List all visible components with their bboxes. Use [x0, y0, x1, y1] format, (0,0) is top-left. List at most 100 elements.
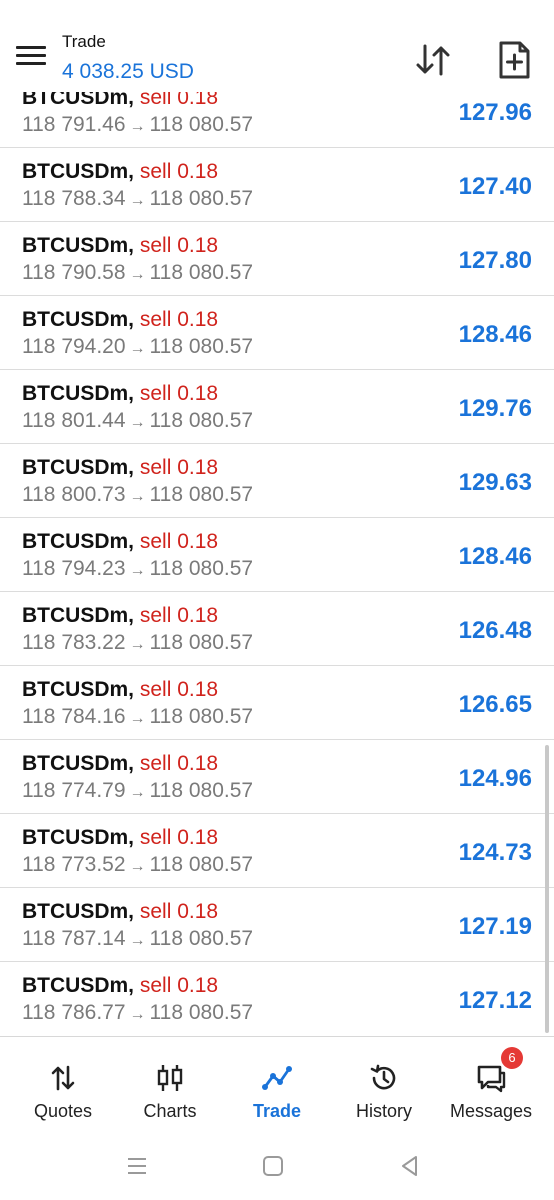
position-side: sell 0.18 — [139, 678, 219, 701]
arrow-right-icon: → — [129, 414, 146, 431]
tab-charts[interactable]: Charts — [122, 1037, 218, 1133]
open-price: 118 791.46 — [22, 113, 126, 136]
position-prices: 118 787.14 → 118 080.57 — [22, 927, 253, 951]
position-row[interactable]: BTCUSDm, sell 0.18 118 773.52 → 118 080.57 1… — [0, 814, 554, 888]
position-title: BTCUSDm, sell 0.18 — [22, 160, 218, 184]
open-price: 118 800.73 — [22, 483, 126, 506]
account-balance: 4 038.25 USD — [62, 60, 194, 83]
arrow-right-icon: → — [129, 488, 146, 505]
position-title: BTCUSDm, sell 0.18 — [22, 92, 218, 110]
position-title: BTCUSDm, sell 0.18 — [22, 456, 218, 480]
current-price: 118 080.57 — [149, 261, 254, 284]
position-row[interactable]: BTCUSDm, sell 0.18 118 787.14 → 118 080.57 1… — [0, 888, 554, 962]
system-navigation-bar — [0, 1132, 554, 1200]
position-row[interactable]: BTCUSDm, sell 0.18 118 794.23 → 118 080.57 1… — [0, 518, 554, 592]
position-side: sell 0.18 — [139, 900, 219, 923]
tab-history[interactable]: History — [338, 1037, 430, 1133]
position-row[interactable]: BTCUSDm, sell 0.18 118 800.73 → 118 080.57 1… — [0, 444, 554, 518]
current-price: 118 080.57 — [149, 409, 254, 432]
comma-separator: , — [128, 974, 140, 997]
current-price: 118 080.57 — [149, 113, 254, 136]
open-price: 118 788.34 — [22, 187, 126, 210]
arrow-right-icon: → — [129, 710, 146, 727]
position-symbol: BTCUSDm — [22, 752, 129, 775]
open-price: 118 790.58 — [22, 261, 126, 284]
comma-separator: , — [128, 900, 140, 923]
messages-icon — [477, 1065, 506, 1093]
arrow-right-icon: → — [129, 932, 146, 949]
position-row[interactable]: BTCUSDm, sell 0.18 118 783.22 → 118 080.57 1… — [0, 592, 554, 666]
position-symbol: BTCUSDm — [22, 308, 129, 331]
current-price: 118 080.57 — [149, 1001, 254, 1024]
bottom-tab-bar: Quotes Charts Trade History 6 Messages — [0, 1036, 554, 1133]
position-prices: 118 774.79 → 118 080.57 — [22, 779, 253, 803]
position-side: sell 0.18 — [139, 604, 219, 627]
position-row[interactable]: BTCUSDm, sell 0.18 118 786.77 → 118 080.57 1… — [0, 962, 554, 1034]
position-side: sell 0.18 — [139, 234, 219, 257]
current-price: 118 080.57 — [149, 483, 254, 506]
position-title: BTCUSDm, sell 0.18 — [22, 752, 218, 776]
home-icon[interactable] — [259, 1152, 287, 1180]
comma-separator: , — [128, 92, 140, 109]
tab-label-trade: Trade — [252, 1101, 302, 1121]
back-icon[interactable] — [396, 1152, 424, 1180]
position-symbol: BTCUSDm — [22, 530, 129, 553]
position-side: sell 0.18 — [139, 456, 219, 479]
position-symbol: BTCUSDm — [22, 826, 129, 849]
position-profit: 129.63 — [458, 469, 532, 496]
position-prices: 118 800.73 → 118 080.57 — [22, 483, 253, 507]
position-prices: 118 791.46 → 118 080.57 — [22, 113, 253, 137]
position-row[interactable]: BTCUSDm, sell 0.18 118 790.58 → 118 080.57 1… — [0, 222, 554, 296]
position-row[interactable]: BTCUSDm, sell 0.18 118 794.20 → 118 080.57 1… — [0, 296, 554, 370]
position-title: BTCUSDm, sell 0.18 — [22, 234, 218, 258]
position-side: sell 0.18 — [139, 160, 219, 183]
tab-trade[interactable]: Trade — [232, 1037, 322, 1133]
tab-label-charts: Charts — [143, 1101, 197, 1121]
current-price: 118 080.57 — [149, 557, 254, 580]
position-side: sell 0.18 — [139, 308, 219, 331]
position-profit: 127.19 — [458, 913, 532, 940]
position-profit: 126.48 — [458, 617, 532, 644]
tab-messages[interactable]: 6 Messages — [440, 1037, 542, 1133]
open-price: 118 784.16 — [22, 705, 126, 728]
arrow-right-icon: → — [129, 118, 146, 135]
position-row[interactable]: BTCUSDm, sell 0.18 118 791.46 → 118 080.57 1… — [0, 92, 554, 148]
position-row[interactable]: BTCUSDm, sell 0.18 118 774.79 → 118 080.57 1… — [0, 740, 554, 814]
position-row[interactable]: BTCUSDm, sell 0.18 118 801.44 → 118 080.57 1… — [0, 370, 554, 444]
position-prices: 118 784.16 → 118 080.57 — [22, 705, 253, 729]
sort-icon[interactable] — [413, 42, 455, 78]
candlestick-icon — [157, 1065, 183, 1091]
page-title: Trade — [62, 32, 106, 51]
position-row[interactable]: BTCUSDm, sell 0.18 118 784.16 → 118 080.57 1… — [0, 666, 554, 740]
position-symbol: BTCUSDm — [22, 382, 129, 405]
comma-separator: , — [128, 382, 140, 405]
position-title: BTCUSDm, sell 0.18 — [22, 604, 218, 628]
open-price: 118 783.22 — [22, 631, 126, 654]
new-order-icon[interactable] — [494, 40, 534, 80]
position-prices: 118 794.23 → 118 080.57 — [22, 557, 253, 581]
tab-quotes[interactable]: Quotes — [14, 1037, 112, 1133]
arrow-right-icon: → — [129, 636, 146, 653]
recent-apps-icon[interactable] — [123, 1152, 151, 1180]
position-symbol: BTCUSDm — [22, 160, 129, 183]
position-side: sell 0.18 — [139, 530, 219, 553]
open-price: 118 786.77 — [22, 1001, 126, 1024]
menu-icon[interactable] — [16, 46, 46, 68]
trade-line-icon — [262, 1066, 292, 1090]
position-profit: 126.65 — [458, 691, 532, 718]
arrow-right-icon: → — [129, 1006, 146, 1023]
scrollbar[interactable] — [545, 745, 549, 1033]
open-price: 118 773.52 — [22, 853, 126, 876]
position-profit: 127.80 — [458, 247, 532, 274]
position-profit: 127.12 — [458, 987, 532, 1014]
positions-list[interactable]: BTCUSDm, sell 0.18 118 791.46 → 118 080.57 1… — [0, 92, 554, 1034]
position-prices: 118 786.77 → 118 080.57 — [22, 1001, 253, 1025]
open-price: 118 801.44 — [22, 409, 126, 432]
position-title: BTCUSDm, sell 0.18 — [22, 900, 218, 924]
position-row[interactable]: BTCUSDm, sell 0.18 118 788.34 → 118 080.57 1… — [0, 148, 554, 222]
position-prices: 118 790.58 → 118 080.57 — [22, 261, 253, 285]
comma-separator: , — [128, 456, 140, 479]
top-app-bar: Trade 4 038.25 USD — [0, 0, 554, 92]
messages-unread-badge: 6 — [501, 1047, 523, 1069]
position-symbol: BTCUSDm — [22, 900, 129, 923]
